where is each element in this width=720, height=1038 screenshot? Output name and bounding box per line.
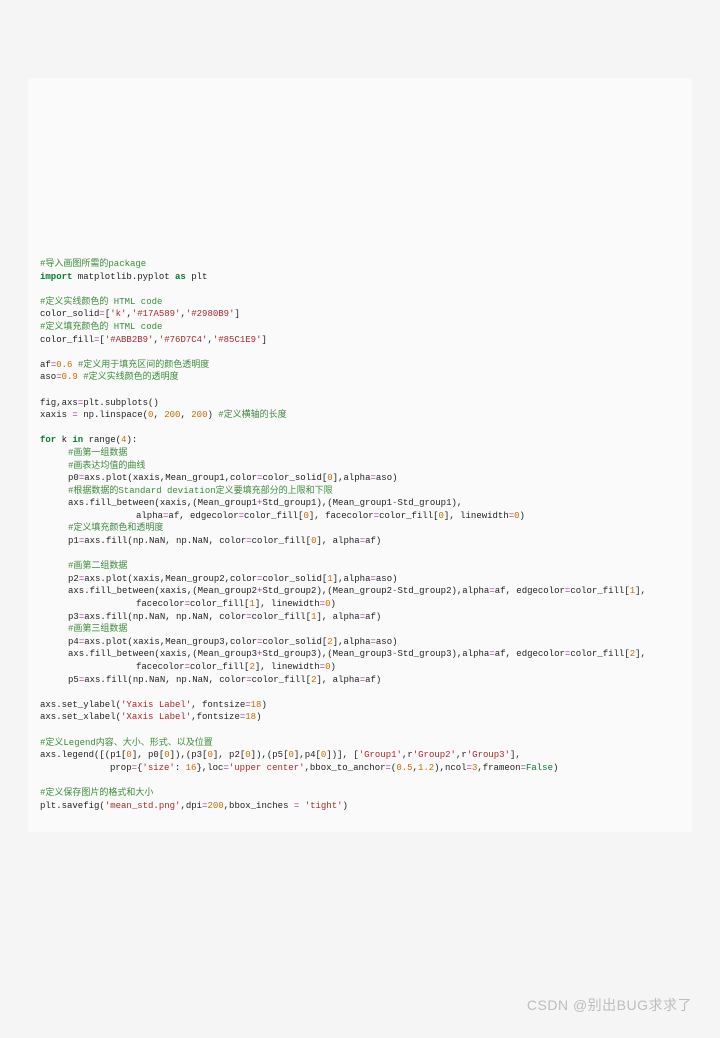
watermark-text: CSDN @别出BUG求求了 <box>527 996 692 1016</box>
code-block: #导入画图所需的package import matplotlib.pyplot… <box>28 78 692 832</box>
comment: #定义填充颜色的 HTML code <box>40 322 162 332</box>
kw-import: import <box>40 272 72 282</box>
comment: #定义实线颜色的 HTML code <box>40 297 162 307</box>
comment: #导入画图所需的package <box>40 259 146 269</box>
